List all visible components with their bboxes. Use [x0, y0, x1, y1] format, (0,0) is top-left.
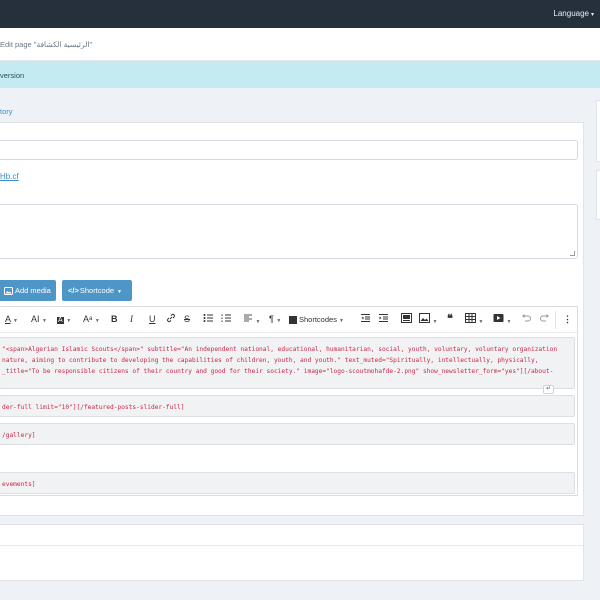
bullet-list-icon: [203, 314, 213, 322]
shortcode-button[interactable]: </>Shortcode ▼: [62, 280, 132, 301]
chevron-down-icon: ▾: [590, 12, 594, 18]
link-button[interactable]: [166, 313, 176, 326]
chevron-down-icon: ▼: [339, 318, 344, 324]
blockquote-button[interactable]: ❝: [447, 313, 453, 326]
shortcode-block-achievements[interactable]: evements]: [0, 472, 575, 494]
info-alert: version: [0, 61, 600, 88]
chevron-down-icon: ▼: [94, 318, 100, 324]
chevron-down-icon: ▼: [432, 319, 438, 325]
shortcode-block-gallery[interactable]: /gallery]: [0, 423, 575, 445]
chevron-down-icon: ▼: [255, 319, 261, 325]
shortcodes-label: Shortcodes: [299, 315, 337, 324]
redo-icon: [540, 314, 549, 322]
outdent-icon: [361, 314, 370, 322]
font-color-icon: A: [5, 314, 11, 324]
link-icon: [167, 313, 175, 323]
breadcrumb-bar: Edit page "الرئيسية الكشافة": [0, 28, 600, 61]
name-input[interactable]: [0, 140, 578, 160]
chevron-down-icon: ▼: [42, 318, 47, 324]
text-case-icon: Aᵃ: [83, 314, 93, 324]
table-icon: [465, 313, 476, 323]
code-icon: </>: [68, 286, 79, 295]
redo-button[interactable]: [539, 313, 550, 326]
align-button[interactable]: ▼: [243, 313, 260, 326]
chevron-down-icon: ▼: [506, 319, 512, 325]
toolbar-divider: [555, 311, 556, 329]
language-menu[interactable]: Language ▾: [553, 9, 594, 18]
side-panel-card: [596, 170, 600, 220]
breadcrumb: Edit page "الرئيسية الكشافة": [0, 40, 93, 49]
gallery-icon: [401, 313, 412, 323]
shortcode-block-slider[interactable]: der-full limit="10"][/featured-posts-sli…: [0, 395, 575, 417]
numbered-list-icon: [221, 314, 231, 322]
align-left-icon: [244, 314, 252, 322]
image-icon: [4, 287, 13, 296]
code-line: der-full limit="10"][/featured-posts-sli…: [2, 404, 185, 411]
paragraph-button[interactable]: ¶ ▼: [269, 313, 281, 326]
insert-image-button[interactable]: ▼: [419, 313, 437, 326]
chevron-down-icon: ▼: [478, 319, 484, 325]
language-label: Language: [553, 9, 589, 18]
rich-text-editor: A ▼ AI ▼ A ▼ Aᵃ ▼ B I U S ▼ ¶ ▼ Shortcod…: [0, 306, 579, 496]
highlight-button[interactable]: A ▼: [57, 313, 71, 326]
return-icon[interactable]: ↵: [543, 385, 554, 394]
chevron-down-icon: ▼: [276, 318, 282, 324]
chevron-down-icon: ▼: [66, 318, 72, 324]
code-line: evements]: [2, 481, 36, 488]
side-panel-card: [596, 100, 600, 162]
divider: [0, 545, 584, 546]
shortcode-box-icon: [289, 316, 297, 325]
image-icon: [419, 313, 430, 323]
shortcode-label: Shortcode: [79, 286, 115, 295]
italic-button[interactable]: I: [130, 313, 133, 326]
add-media-label: Add media: [15, 286, 51, 295]
bullet-list-button[interactable]: [203, 313, 214, 326]
bottom-card: [0, 524, 584, 581]
add-media-button[interactable]: Add media: [0, 280, 56, 301]
bold-button[interactable]: B: [111, 313, 118, 326]
gallery-button[interactable]: [401, 313, 412, 326]
underline-button[interactable]: U: [149, 313, 156, 326]
shortcode-block-about[interactable]: "<span>Algerian Islamic Scouts</span>" s…: [0, 337, 575, 394]
font-size-icon: AI: [31, 314, 40, 324]
code-line: _title="To be responsible citizens of th…: [2, 368, 554, 375]
code-line: /gallery]: [2, 432, 36, 439]
revision-history-link[interactable]: tory: [0, 107, 13, 116]
text-case-button[interactable]: Aᵃ ▼: [83, 313, 100, 326]
indent-button[interactable]: [378, 313, 389, 326]
permalink-link[interactable]: Hb.cf: [0, 172, 19, 181]
chevron-down-icon: ▼: [13, 318, 18, 324]
more-menu-icon[interactable]: ⋮: [563, 313, 572, 326]
top-navbar: Language ▾: [0, 0, 600, 28]
highlight-icon: A: [57, 317, 64, 324]
alert-text: version: [0, 71, 25, 80]
video-icon: [493, 314, 504, 322]
chevron-down-icon: ▼: [117, 289, 122, 295]
undo-icon: [522, 314, 531, 322]
shortcodes-dropdown[interactable]: Shortcodes ▼: [289, 313, 344, 326]
code-line: "<span>Algerian Islamic Scouts</span>" s…: [2, 346, 558, 353]
font-color-button[interactable]: A ▼: [5, 313, 18, 326]
strikethrough-button[interactable]: S: [184, 313, 190, 326]
table-button[interactable]: ▼: [465, 313, 483, 326]
undo-button[interactable]: [521, 313, 532, 326]
paragraph-icon: ¶: [269, 314, 274, 324]
description-textarea[interactable]: [0, 204, 578, 259]
media-button[interactable]: ▼: [493, 313, 511, 326]
indent-icon: [379, 314, 388, 322]
numbered-list-button[interactable]: [221, 313, 232, 326]
outdent-button[interactable]: [360, 313, 371, 326]
code-line: nature, aiming to contribute to developi…: [2, 357, 539, 364]
font-size-button[interactable]: AI ▼: [31, 313, 47, 326]
editor-toolbar: A ▼ AI ▼ A ▼ Aᵃ ▼ B I U S ▼ ¶ ▼ Shortcod…: [0, 307, 579, 333]
resize-handle-icon[interactable]: [570, 251, 575, 256]
